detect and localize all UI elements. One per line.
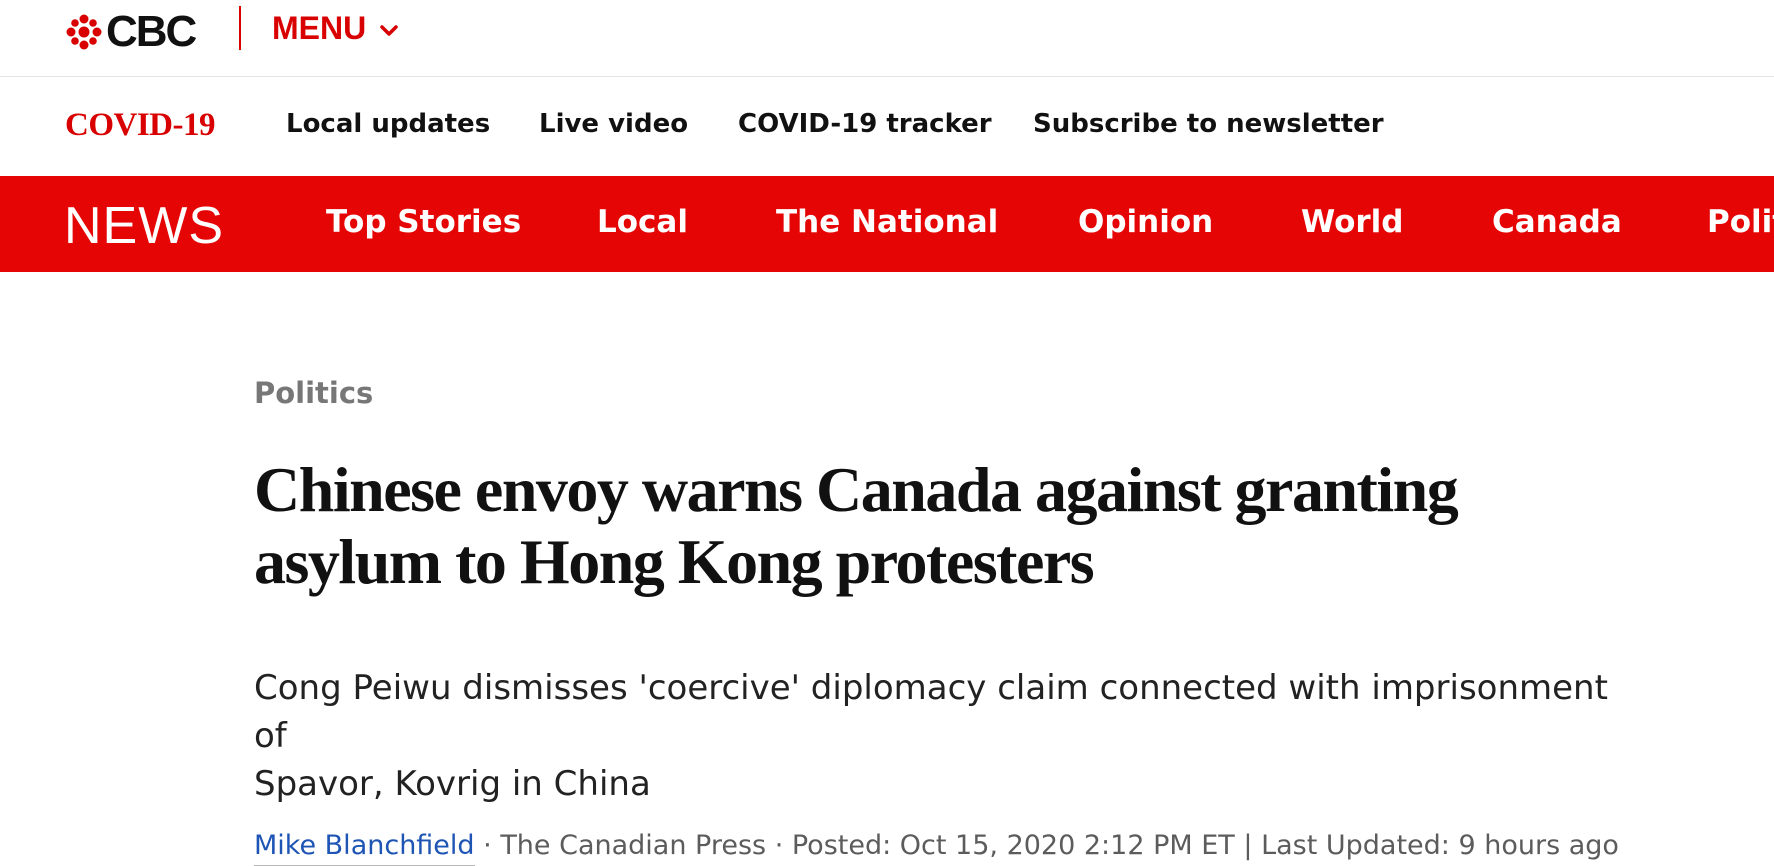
section-label[interactable]: Politics — [254, 376, 373, 410]
news-link-canada[interactable]: Canada — [1492, 204, 1622, 240]
byline-separator: · — [474, 830, 501, 861]
article-header: Politics Chinese envoy warns Canada agai… — [254, 376, 1654, 866]
news-link-the-national[interactable]: The National — [776, 204, 998, 240]
byline-posted: Posted: Oct 15, 2020 2:12 PM ET — [791, 830, 1235, 861]
covid-nav: COVID-19 Local updates Live video COVID-… — [0, 77, 1774, 176]
article-dek: Cong Peiwu dismisses 'coercive' diplomac… — [254, 664, 1644, 808]
news-link-top-stories[interactable]: Top Stories — [326, 204, 521, 240]
covid-link-newsletter[interactable]: Subscribe to newsletter — [1033, 109, 1384, 139]
covid-link-tracker[interactable]: COVID-19 tracker — [738, 109, 992, 139]
article-headline: Chinese envoy warns Canada against grant… — [254, 454, 1654, 598]
covid-link-live-video[interactable]: Live video — [539, 109, 688, 139]
author-link[interactable]: Mike Blanchfield — [254, 830, 475, 866]
news-brand[interactable]: NEWS — [64, 196, 224, 256]
top-header: CBC MENU — [0, 0, 1774, 77]
byline-updated: Last Updated: 9 hours ago — [1261, 830, 1619, 861]
headline-line-2: asylum to Hong Kong protesters — [254, 526, 1095, 597]
menu-button[interactable]: MENU — [272, 8, 400, 48]
dek-line-2: Spavor, Kovrig in China — [254, 764, 651, 804]
byline-source: The Canadian Press — [500, 830, 767, 861]
cbc-logo-text: CBC — [106, 7, 197, 56]
byline: Mike Blanchfield · The Canadian Press · … — [254, 830, 1654, 866]
covid-link-local-updates[interactable]: Local updates — [286, 109, 490, 139]
covid-brand[interactable]: COVID-19 — [65, 107, 216, 144]
news-link-world[interactable]: World — [1301, 204, 1404, 240]
headline-line-1: Chinese envoy warns Canada against grant… — [254, 454, 1459, 525]
news-link-politics[interactable]: Polit — [1707, 204, 1774, 240]
news-link-local[interactable]: Local — [597, 204, 688, 240]
byline-separator: | — [1234, 830, 1262, 861]
menu-label: MENU — [272, 9, 367, 46]
news-link-opinion[interactable]: Opinion — [1078, 204, 1213, 240]
byline-separator: · — [766, 830, 792, 861]
header-divider — [239, 6, 241, 50]
news-nav: NEWS Top Stories Local The National Opin… — [0, 176, 1774, 272]
cbc-logo-link[interactable]: CBC — [66, 7, 197, 56]
chevron-down-icon — [380, 25, 398, 36]
cbc-gem-icon — [66, 14, 102, 50]
dek-line-1: Cong Peiwu dismisses 'coercive' diplomac… — [254, 668, 1608, 756]
